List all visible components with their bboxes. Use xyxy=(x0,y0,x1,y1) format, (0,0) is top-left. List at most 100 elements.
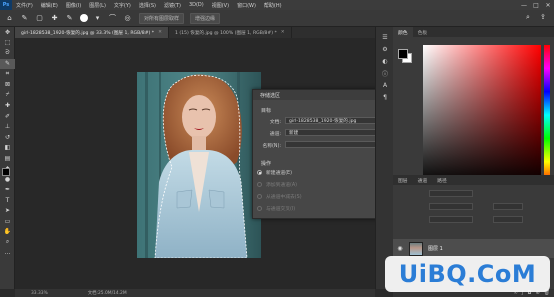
gradient-tool-icon[interactable]: ▤ xyxy=(0,153,15,164)
type-tool-icon[interactable]: T xyxy=(0,195,15,206)
brush-angle-icon[interactable]: ⌒ xyxy=(107,13,118,24)
pen-tool-icon[interactable]: ✒ xyxy=(0,185,15,196)
close-icon[interactable]: ✕ xyxy=(158,30,162,35)
menu-select[interactable]: 选择(S) xyxy=(135,2,160,9)
quick-selection-tool-icon[interactable]: ✎ xyxy=(0,58,15,69)
selection-add-icon[interactable]: ✚ xyxy=(49,13,60,24)
panel-foreground-swatch[interactable] xyxy=(398,49,408,59)
radio-indicator xyxy=(257,206,262,211)
tab-label: girl-1828538_1920-恢复的.jpg @ 33.3% (图层 1,… xyxy=(21,30,155,36)
color-panel-tabs: 颜色 色板 xyxy=(393,27,554,37)
radio-label: 新建通道(E) xyxy=(266,171,292,176)
menu-window[interactable]: 窗口(W) xyxy=(233,2,260,9)
channel-label: 通道: xyxy=(269,132,281,137)
enhance-edge-button[interactable]: 增强边缘 xyxy=(190,12,221,24)
options-bar: ⌂ ✎ ▢ ✚ ✎ ▾ ⌒ ◎ 对所有图层取样 增强边缘 ⌕ ⇪ xyxy=(0,10,554,27)
stamp-tool-icon[interactable]: ⊥ xyxy=(0,122,15,133)
document-select[interactable]: girl-1828538_1920-恢复的.jpg ▾ xyxy=(285,117,383,124)
frame-tool-icon[interactable]: ⊠ xyxy=(0,80,15,91)
menu-file[interactable]: 文件(F) xyxy=(12,2,37,9)
name-label: 名称(N): xyxy=(262,144,281,149)
eraser-tool-icon[interactable]: ◧ xyxy=(0,143,15,154)
crop-tool-icon[interactable]: ⌗ xyxy=(0,69,15,80)
tab-layers[interactable]: 图层 xyxy=(393,175,413,185)
eyedropper-tool-icon[interactable]: ⌿ xyxy=(0,90,15,101)
share-icon[interactable]: ⇪ xyxy=(540,13,550,23)
paragraph-panel-icon[interactable]: ¶ xyxy=(376,91,394,103)
toolbox: ✥ ⬚ ᘐ ✎ ⌗ ⊠ ⌿ ✚ ✐ ⊥ ↺ ◧ ▤ ◆ ● ✒ T ➤ ▭ ✋ … xyxy=(0,27,15,289)
chevron-down-icon[interactable]: ▾ xyxy=(92,13,103,24)
target-heading: 目标 xyxy=(261,108,272,114)
layers-panel-tabs: 图层 通道 路径 xyxy=(393,175,554,185)
photoshop-logo-icon: Ps xyxy=(0,0,12,10)
channel-select[interactable]: 新建 ▾ xyxy=(285,129,383,136)
tab-document-1[interactable]: girl-1828538_1920-恢复的.jpg @ 33.3% (图层 1,… xyxy=(15,27,169,38)
pressure-icon[interactable]: ◎ xyxy=(122,13,133,24)
path-select-icon[interactable]: ➤ xyxy=(0,206,15,217)
tab-document-2[interactable]: 1 (15) 恢复的.jpg @ 100% (图层 1, RGB/8#) * ✕ xyxy=(169,27,292,38)
character-panel-icon[interactable]: A xyxy=(376,79,394,91)
radio-subtract-from-channel[interactable]: 从通道中减去(S) xyxy=(257,193,302,200)
quick-selection-icon[interactable]: ✎ xyxy=(19,13,30,24)
brush-size-preview[interactable] xyxy=(80,14,88,22)
properties-panel-icon[interactable]: ⚙ xyxy=(376,43,394,55)
layer-filter-select[interactable] xyxy=(429,190,473,197)
panel-dock: ☰ ⚙ ◐ ⓘ A ¶ xyxy=(375,27,393,289)
layer-name: 图层 1 xyxy=(428,246,443,252)
tab-paths[interactable]: 路径 xyxy=(432,175,452,185)
channel-select-value: 新建 xyxy=(289,130,299,136)
zoom-tool-icon[interactable]: ⌕ xyxy=(0,237,15,248)
close-icon[interactable]: ✕ xyxy=(281,30,285,35)
search-icon[interactable]: ⌕ xyxy=(526,13,536,23)
hue-slider[interactable] xyxy=(544,45,550,185)
tab-color[interactable]: 颜色 xyxy=(393,27,413,37)
adjustments-panel-icon[interactable]: ◐ xyxy=(376,55,394,67)
more-tools-icon[interactable]: … xyxy=(0,248,15,259)
menu-view[interactable]: 视图(V) xyxy=(208,2,233,9)
menu-filter[interactable]: 滤镜(T) xyxy=(160,2,185,9)
shape-tool-icon[interactable]: ▭ xyxy=(0,216,15,227)
tab-label: 1 (15) 恢复的.jpg @ 100% (图层 1, RGB/8#) * xyxy=(174,30,277,36)
info-panel-icon[interactable]: ⓘ xyxy=(376,67,394,79)
dialog-title: 存储选区 xyxy=(253,90,389,100)
opacity-field[interactable] xyxy=(493,203,523,210)
marquee-tool-icon[interactable]: ⬚ xyxy=(0,38,15,49)
radio-add-to-channel[interactable]: 添加到通道(A) xyxy=(257,181,297,188)
home-icon[interactable]: ⌂ xyxy=(4,13,15,24)
menu-3d[interactable]: 3D(D) xyxy=(185,2,208,8)
minimize-button[interactable]: — xyxy=(518,0,530,10)
healing-tool-icon[interactable]: ✚ xyxy=(0,101,15,112)
blend-mode-select[interactable] xyxy=(429,203,473,210)
radio-new-channel[interactable]: 新建通道(E) xyxy=(257,169,292,176)
fill-field[interactable] xyxy=(493,216,523,223)
radio-label: 从通道中减去(S) xyxy=(266,195,302,200)
menu-layer[interactable]: 图层(L) xyxy=(85,2,110,9)
close-button[interactable]: ✕ xyxy=(542,0,554,10)
lock-controls[interactable] xyxy=(429,216,473,223)
foreground-color-swatch[interactable] xyxy=(2,168,10,176)
operation-heading: 操作 xyxy=(261,161,272,167)
zoom-level[interactable]: 33.33% xyxy=(31,291,48,296)
color-picker-field[interactable] xyxy=(423,45,541,185)
history-panel-icon[interactable]: ☰ xyxy=(376,31,394,43)
tab-channels[interactable]: 通道 xyxy=(413,175,433,185)
menu-edit[interactable]: 编辑(E) xyxy=(37,2,62,9)
menu-help[interactable]: 帮助(H) xyxy=(260,2,286,9)
tab-swatches[interactable]: 色板 xyxy=(413,27,433,37)
history-brush-icon[interactable]: ↺ xyxy=(0,132,15,143)
name-input[interactable] xyxy=(285,141,383,148)
brush-tool-icon[interactable]: ✐ xyxy=(0,111,15,122)
hand-tool-icon[interactable]: ✋ xyxy=(0,227,15,238)
lasso-tool-icon[interactable]: ᘐ xyxy=(0,48,15,59)
radio-indicator xyxy=(257,182,262,187)
radio-intersect-channel[interactable]: 与通道交叉(I) xyxy=(257,205,295,212)
menu-type[interactable]: 文字(Y) xyxy=(110,2,135,9)
menu-image[interactable]: 图像(I) xyxy=(62,2,85,9)
document-image[interactable] xyxy=(137,72,261,258)
maximize-button[interactable]: □ xyxy=(530,0,542,10)
selection-subtract-icon[interactable]: ✎ xyxy=(64,13,75,24)
move-tool-icon[interactable]: ✥ xyxy=(0,27,15,38)
sample-all-layers-button[interactable]: 对所有图层取样 xyxy=(139,12,185,24)
eye-icon[interactable]: ◉ xyxy=(393,245,407,252)
selection-new-icon[interactable]: ▢ xyxy=(34,13,45,24)
